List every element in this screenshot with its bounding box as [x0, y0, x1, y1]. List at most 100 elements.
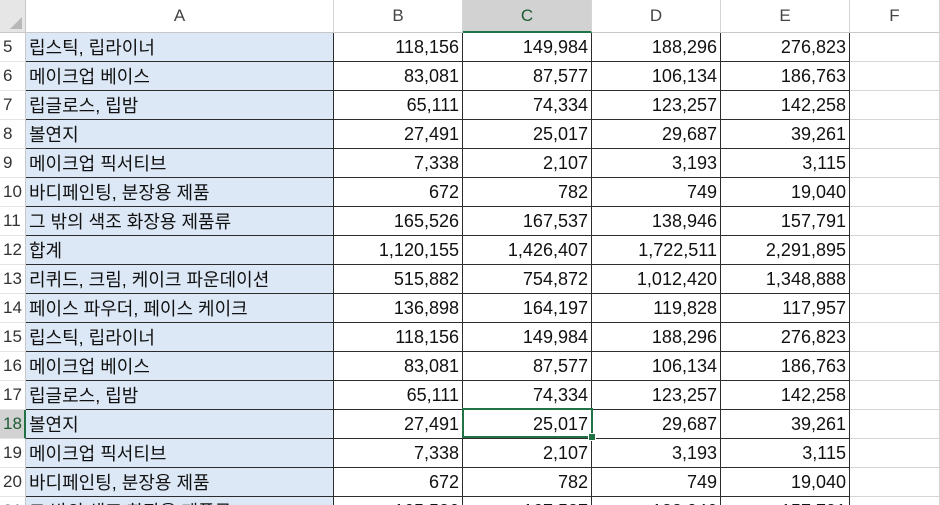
cell-a19[interactable]: 메이크업 픽서티브: [26, 439, 334, 468]
cell-e9[interactable]: 3,115: [721, 149, 850, 178]
cell-a16[interactable]: 메이크업 베이스: [26, 352, 334, 381]
cell-c10[interactable]: 782: [463, 178, 592, 207]
row-header[interactable]: 10: [0, 178, 26, 207]
cell-e17[interactable]: 142,258: [721, 381, 850, 410]
cell-f18[interactable]: [850, 410, 940, 439]
select-all-button[interactable]: [0, 0, 26, 33]
column-header-c[interactable]: C: [463, 0, 592, 33]
row-header[interactable]: 5: [0, 33, 26, 62]
cell-a10[interactable]: 바디페인팅, 분장용 제품: [26, 178, 334, 207]
row-header[interactable]: 19: [0, 439, 26, 468]
cell-c5[interactable]: 149,984: [463, 33, 592, 62]
row-header[interactable]: 18: [0, 410, 26, 439]
cell-a11[interactable]: 그 밖의 색조 화장용 제품류: [26, 207, 334, 236]
row-header[interactable]: 13: [0, 265, 26, 294]
row-header[interactable]: 15: [0, 323, 26, 352]
cell-e19[interactable]: 3,115: [721, 439, 850, 468]
cell-d19[interactable]: 3,193: [592, 439, 721, 468]
cell-b16[interactable]: 83,081: [334, 352, 463, 381]
cell-a20[interactable]: 바디페인팅, 분장용 제품: [26, 468, 334, 497]
cell-a7[interactable]: 립글로스, 립밤: [26, 91, 334, 120]
row-header[interactable]: 16: [0, 352, 26, 381]
cell-b19[interactable]: 7,338: [334, 439, 463, 468]
cell-b13[interactable]: 515,882: [334, 265, 463, 294]
cell-d20[interactable]: 749: [592, 468, 721, 497]
cell-b21[interactable]: 165,526: [334, 497, 463, 505]
cell-d12[interactable]: 1,722,511: [592, 236, 721, 265]
cell-a12[interactable]: 합계: [26, 236, 334, 265]
column-header-f[interactable]: F: [850, 0, 940, 33]
row-header[interactable]: 21: [0, 497, 26, 505]
cell-c6[interactable]: 87,577: [463, 62, 592, 91]
cell-d17[interactable]: 123,257: [592, 381, 721, 410]
cell-e5[interactable]: 276,823: [721, 33, 850, 62]
cell-a15[interactable]: 립스틱, 립라이너: [26, 323, 334, 352]
cell-a5[interactable]: 립스틱, 립라이너: [26, 33, 334, 62]
cell-f19[interactable]: [850, 439, 940, 468]
cell-a18[interactable]: 볼연지: [26, 410, 334, 439]
cell-d7[interactable]: 123,257: [592, 91, 721, 120]
cell-e15[interactable]: 276,823: [721, 323, 850, 352]
fill-handle[interactable]: [588, 433, 596, 441]
cell-b8[interactable]: 27,491: [334, 120, 463, 149]
row-header[interactable]: 9: [0, 149, 26, 178]
cell-f21[interactable]: [850, 497, 940, 505]
cell-b18[interactable]: 27,491: [334, 410, 463, 439]
cell-e7[interactable]: 142,258: [721, 91, 850, 120]
column-header-b[interactable]: B: [334, 0, 463, 33]
cell-d14[interactable]: 119,828: [592, 294, 721, 323]
cell-e16[interactable]: 186,763: [721, 352, 850, 381]
cell-b5[interactable]: 118,156: [334, 33, 463, 62]
cell-d8[interactable]: 29,687: [592, 120, 721, 149]
cell-e18[interactable]: 39,261: [721, 410, 850, 439]
cell-b6[interactable]: 83,081: [334, 62, 463, 91]
cell-e21[interactable]: 157,791: [721, 497, 850, 505]
cell-f7[interactable]: [850, 91, 940, 120]
cell-d16[interactable]: 106,134: [592, 352, 721, 381]
cell-b14[interactable]: 136,898: [334, 294, 463, 323]
cell-c15[interactable]: 149,984: [463, 323, 592, 352]
cell-d18[interactable]: 29,687: [592, 410, 721, 439]
row-header[interactable]: 11: [0, 207, 26, 236]
cell-a17[interactable]: 립글로스, 립밤: [26, 381, 334, 410]
cell-c14[interactable]: 164,197: [463, 294, 592, 323]
cell-e20[interactable]: 19,040: [721, 468, 850, 497]
cell-a21[interactable]: 그 밖의 색조 화장용 제품류: [26, 497, 334, 505]
cell-a6[interactable]: 메이크업 베이스: [26, 62, 334, 91]
cell-c16[interactable]: 87,577: [463, 352, 592, 381]
column-header-e[interactable]: E: [721, 0, 850, 33]
cell-e14[interactable]: 117,957: [721, 294, 850, 323]
cell-c20[interactable]: 782: [463, 468, 592, 497]
cell-e12[interactable]: 2,291,895: [721, 236, 850, 265]
column-header-a[interactable]: A: [26, 0, 334, 33]
cell-b9[interactable]: 7,338: [334, 149, 463, 178]
cell-a13[interactable]: 리퀴드, 크림, 케이크 파운데이션: [26, 265, 334, 294]
cell-a14[interactable]: 페이스 파우더, 페이스 케이크: [26, 294, 334, 323]
cell-f13[interactable]: [850, 265, 940, 294]
cell-f5[interactable]: [850, 33, 940, 62]
cell-c18[interactable]: 25,017: [463, 410, 592, 439]
cell-c12[interactable]: 1,426,407: [463, 236, 592, 265]
cell-d10[interactable]: 749: [592, 178, 721, 207]
row-header[interactable]: 7: [0, 91, 26, 120]
row-header[interactable]: 17: [0, 381, 26, 410]
cell-b17[interactable]: 65,111: [334, 381, 463, 410]
cell-f16[interactable]: [850, 352, 940, 381]
cell-b12[interactable]: 1,120,155: [334, 236, 463, 265]
cell-d5[interactable]: 188,296: [592, 33, 721, 62]
cell-e6[interactable]: 186,763: [721, 62, 850, 91]
cell-c21[interactable]: 167,537: [463, 497, 592, 505]
cell-f14[interactable]: [850, 294, 940, 323]
cell-c17[interactable]: 74,334: [463, 381, 592, 410]
cell-a9[interactable]: 메이크업 픽서티브: [26, 149, 334, 178]
cell-c13[interactable]: 754,872: [463, 265, 592, 294]
column-header-d[interactable]: D: [592, 0, 721, 33]
cell-d13[interactable]: 1,012,420: [592, 265, 721, 294]
cell-d15[interactable]: 188,296: [592, 323, 721, 352]
cell-b7[interactable]: 65,111: [334, 91, 463, 120]
row-header[interactable]: 6: [0, 62, 26, 91]
row-header[interactable]: 20: [0, 468, 26, 497]
cell-b20[interactable]: 672: [334, 468, 463, 497]
cell-b15[interactable]: 118,156: [334, 323, 463, 352]
cell-f20[interactable]: [850, 468, 940, 497]
